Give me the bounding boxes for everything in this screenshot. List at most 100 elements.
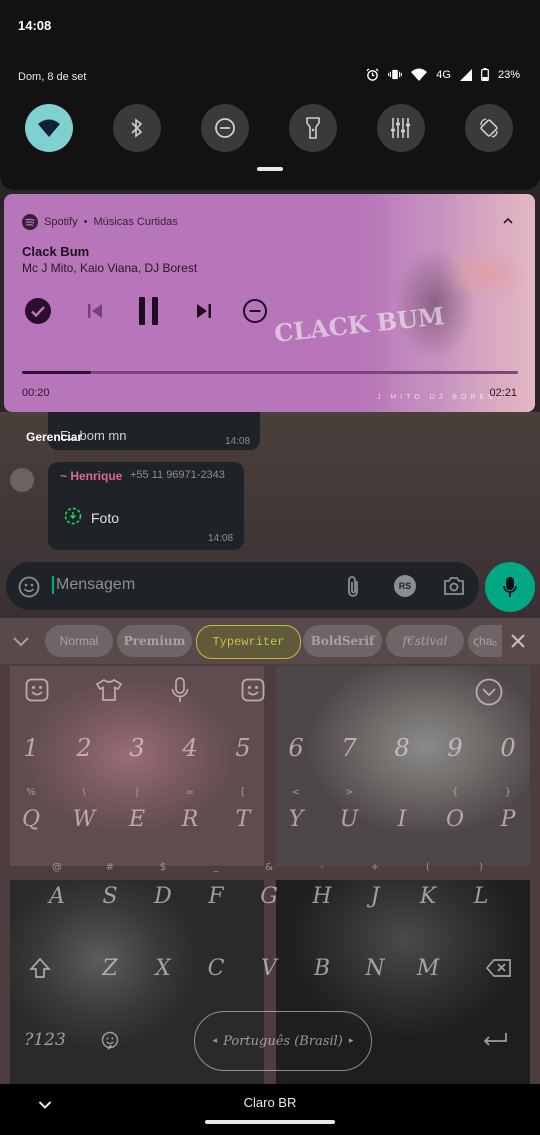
do-not-disturb-tile[interactable] [201, 104, 249, 152]
hide-keyboard-icon[interactable] [475, 678, 503, 706]
backspace-icon[interactable] [486, 959, 512, 977]
key-hint: # [105, 862, 115, 873]
key-h[interactable]: H [302, 884, 342, 909]
photo-loading-icon[interactable] [64, 507, 82, 525]
key-hint: - [320, 862, 324, 873]
microphone-icon [503, 577, 517, 597]
emoji-icon[interactable] [18, 576, 40, 598]
auto-rotate-tile[interactable] [465, 104, 513, 152]
key-x[interactable]: X [143, 956, 183, 981]
status-icons: 4G 23% [366, 68, 520, 81]
collapse-chevron-icon[interactable] [503, 212, 513, 227]
wifi-status-icon [411, 68, 428, 81]
media-playlist: Músicas Curtidas [93, 216, 178, 228]
camera-icon[interactable] [443, 576, 465, 596]
voice-input-icon[interactable] [171, 677, 189, 703]
shift-icon[interactable] [29, 957, 51, 979]
key-l[interactable]: L [461, 884, 501, 909]
key-z[interactable]: Z [90, 956, 130, 981]
key-p[interactable]: P [488, 807, 528, 832]
flashlight-tile[interactable] [289, 104, 337, 152]
key-f[interactable]: F [196, 884, 236, 909]
key-k[interactable]: K [408, 884, 448, 909]
space-bar-language: Português (Brasil) [223, 1033, 343, 1049]
song-artist: Mc J Mito, Kaio Viana, DJ Borest [22, 261, 198, 275]
key-0[interactable]: 0 [488, 734, 528, 762]
key-n[interactable]: N [355, 956, 395, 981]
key-r[interactable]: R [170, 807, 210, 832]
key-3[interactable]: 3 [117, 734, 157, 762]
bluetooth-icon [131, 118, 143, 138]
key-4[interactable]: 4 [170, 734, 210, 762]
attach-icon[interactable] [344, 575, 362, 599]
minus-circle-icon [243, 299, 267, 323]
key-c[interactable]: C [196, 956, 236, 981]
caret-left-icon: ◂ [212, 1036, 218, 1046]
key-9[interactable]: 9 [435, 734, 475, 762]
key-hint: | [135, 787, 139, 798]
key-8[interactable]: 8 [382, 734, 422, 762]
font-chip[interactable]: Premium [117, 625, 192, 657]
key-6[interactable]: 6 [276, 734, 316, 762]
key-a[interactable]: A [37, 884, 77, 909]
font-chip[interactable]: BoldSerif [303, 625, 382, 657]
enter-icon[interactable] [482, 1032, 508, 1048]
shade-drag-handle[interactable] [257, 167, 283, 171]
key-y[interactable]: Y [276, 807, 316, 832]
manage-notifications-button[interactable]: Gerenciar [26, 430, 82, 444]
key-q[interactable]: Q [11, 807, 51, 832]
key-7[interactable]: 7 [329, 734, 369, 762]
pause-icon [139, 297, 158, 325]
seek-bar[interactable] [22, 371, 518, 374]
avatar[interactable] [10, 468, 34, 492]
chevron-down-icon[interactable] [12, 634, 30, 648]
emoji-key-icon[interactable] [101, 1031, 119, 1049]
bluetooth-tile[interactable] [113, 104, 161, 152]
photo-label: Foto [91, 510, 120, 526]
key-hint: @ [52, 862, 62, 873]
message-input[interactable]: Mensagem [52, 576, 135, 594]
key-g[interactable]: G [249, 884, 289, 909]
key-d[interactable]: D [143, 884, 183, 909]
key-o[interactable]: O [435, 807, 475, 832]
like-button[interactable] [23, 296, 53, 326]
key-j[interactable]: J [355, 884, 395, 909]
media-notification[interactable]: CLACK BUM J MITO DJ BOREST Spotify • Mús… [4, 194, 535, 412]
caret-right-icon: ▸ [348, 1036, 354, 1046]
theme-shirt-icon[interactable] [95, 678, 123, 702]
key-5[interactable]: 5 [223, 734, 263, 762]
sticker-icon[interactable] [25, 678, 49, 702]
key-b[interactable]: B [302, 956, 342, 981]
font-chip-selected[interactable]: Typewriter [196, 625, 301, 659]
equalizer-tile[interactable] [377, 104, 425, 152]
close-icon[interactable] [511, 634, 525, 648]
key-t[interactable]: T [223, 807, 263, 832]
font-chip[interactable]: ςhaₒ [468, 625, 502, 657]
wifi-tile[interactable] [25, 104, 73, 152]
sender-phone: +55 11 96971-2343 [130, 469, 225, 481]
key-i[interactable]: I [382, 807, 422, 832]
font-chip[interactable]: Normal [45, 625, 113, 657]
emoji-keyboard-icon[interactable] [241, 678, 265, 702]
symbols-key[interactable]: ?123 [20, 1030, 70, 1050]
key-w[interactable]: W [64, 807, 104, 832]
key-v[interactable]: V [249, 956, 289, 981]
key-e[interactable]: E [117, 807, 157, 832]
payment-button[interactable]: RS [394, 575, 416, 597]
key-m[interactable]: M [408, 956, 448, 981]
font-chip[interactable]: f€stival [386, 625, 464, 657]
voice-message-button[interactable] [485, 562, 535, 612]
pause-button[interactable] [134, 296, 164, 326]
key-u[interactable]: U [329, 807, 369, 832]
key-s[interactable]: S [90, 884, 130, 909]
key-1[interactable]: 1 [11, 734, 51, 762]
sender-name[interactable]: ~ Henrique [60, 469, 122, 483]
remove-button[interactable] [240, 296, 270, 326]
album-art-credits: J MITO DJ BOREST [376, 394, 505, 401]
key-2[interactable]: 2 [64, 734, 104, 762]
signal-icon [459, 68, 472, 81]
next-button[interactable] [189, 296, 219, 326]
previous-button[interactable] [80, 296, 110, 326]
home-gesture-bar[interactable] [205, 1120, 335, 1124]
space-bar[interactable]: ◂ Português (Brasil) ▸ [194, 1011, 372, 1071]
